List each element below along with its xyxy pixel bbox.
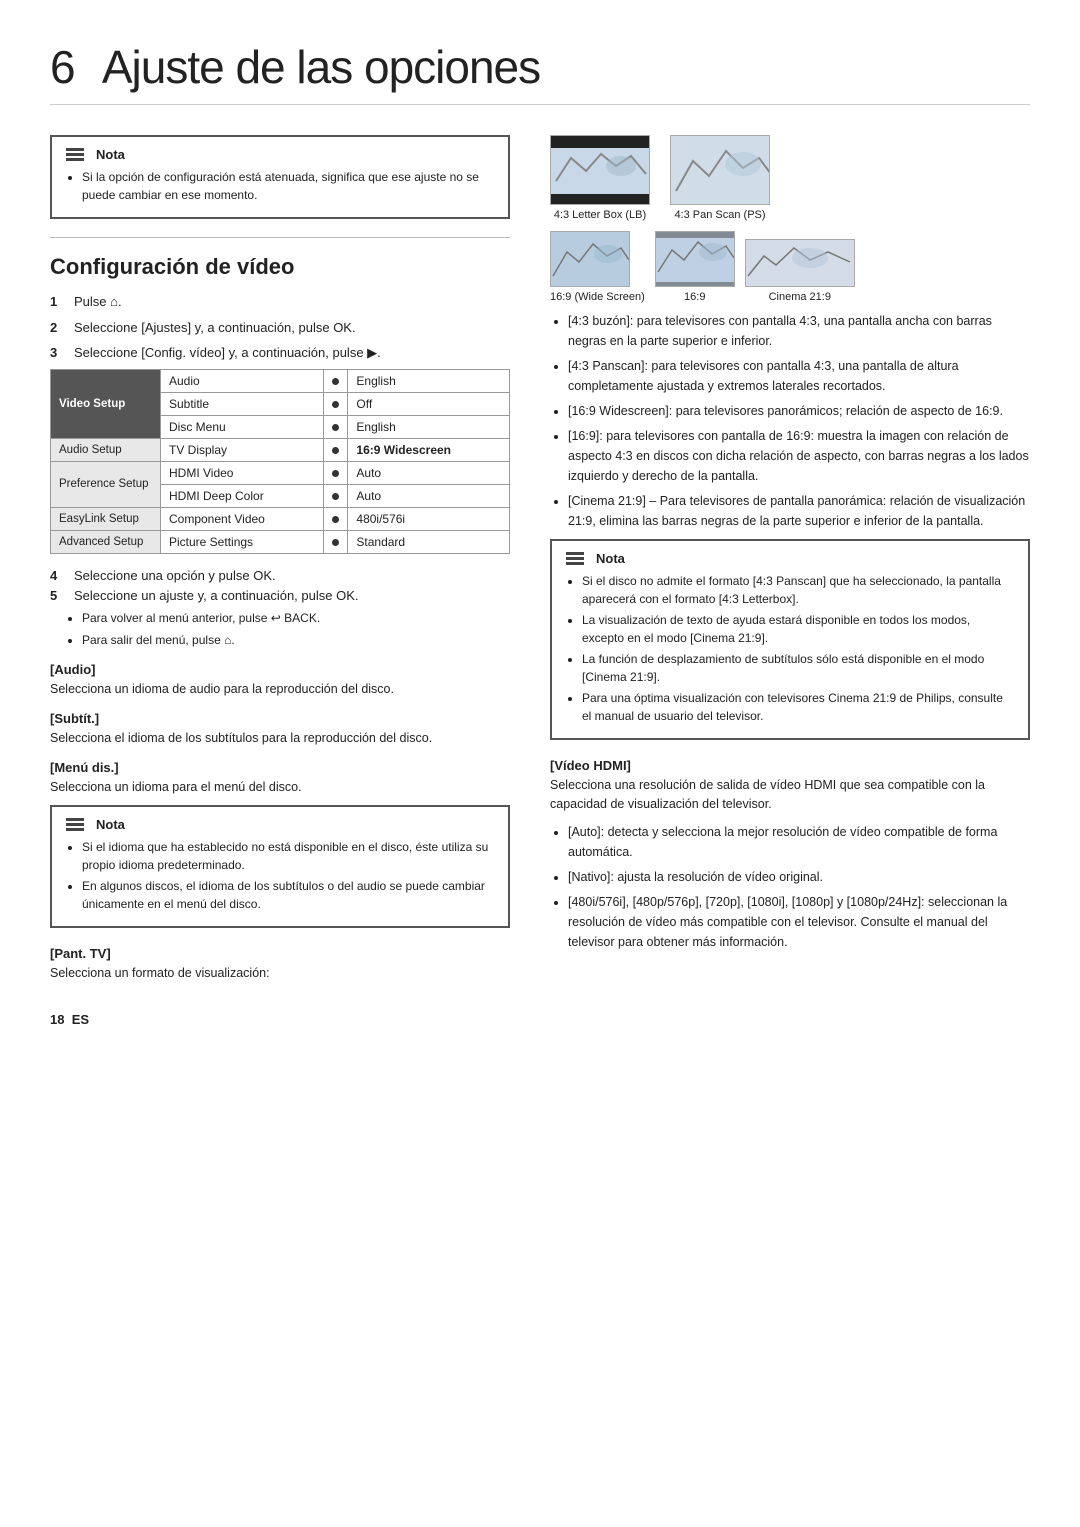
nota-header-2: Nota — [66, 817, 494, 832]
hdmi-bullet-item: [Auto]: detecta y selecciona la mejor re… — [568, 822, 1030, 862]
page-title: 6 Ajuste de las opciones — [50, 40, 1030, 105]
hdmi-video-text: Selecciona una resolución de salida de v… — [550, 776, 1030, 814]
subtit-text: Selecciona el idioma de los subtítulos p… — [50, 729, 510, 748]
nota-box-3: Nota Si el disco no admite el formato [4… — [550, 539, 1030, 740]
ps-image — [670, 135, 770, 205]
ws-image — [550, 231, 630, 287]
nota-header-3: Nota — [566, 551, 1014, 566]
steps-list: 1 Pulse ⌂. 2 Seleccione [Ajustes] y, a c… — [50, 292, 510, 363]
lb-image — [550, 135, 650, 205]
cin-caption: Cinema 21:9 — [745, 291, 855, 303]
ps-caption: 4:3 Pan Scan (PS) — [670, 209, 770, 221]
menu-dis-text: Selecciona un idioma para el menú del di… — [50, 778, 510, 797]
format-bullet-item: [16:9]: para televisores con pantalla de… — [568, 426, 1030, 486]
s16-image-box: 16:9 — [655, 231, 735, 303]
format-bullet-item: [4:3 Panscan]: para televisores con pant… — [568, 356, 1030, 396]
pant-tv-text: Selecciona un formato de visualización: — [50, 964, 510, 983]
steps-4-5: 4 Seleccione una opción y pulse OK. 5 Se… — [50, 568, 510, 651]
menu-table: Video SetupAudioEnglishSubtitleOffDisc M… — [50, 369, 510, 554]
ps-image-box: 4:3 Pan Scan (PS) — [670, 135, 770, 221]
tv-format-images-row2: 16:9 (Wide Screen) 16:9 — [550, 231, 1030, 303]
audio-title: [Audio] — [50, 662, 510, 677]
nota-icon-1 — [66, 148, 84, 161]
lb-image-box: 4:3 Letter Box (LB) — [550, 135, 650, 221]
format-bullet-item: [Cinema 21:9] – Para televisores de pant… — [568, 491, 1030, 531]
cin-image — [745, 239, 855, 287]
cin-image-box: Cinema 21:9 — [745, 239, 855, 303]
hdmi-video-title: [Vídeo HDMI] — [550, 758, 1030, 773]
nota-box-1: Nota Si la opción de configuración está … — [50, 135, 510, 219]
nota2-list: Si el idioma que ha establecido no está … — [66, 838, 494, 913]
nota1-list: Si la opción de configuración está atenu… — [66, 168, 494, 204]
page-number-label: 18 ES — [50, 1012, 510, 1027]
audio-text: Selecciona un idioma de audio para la re… — [50, 680, 510, 699]
format-bullet-item: [16:9 Widescreen]: para televisores pano… — [568, 401, 1030, 421]
format-bullets-list: [4:3 buzón]: para televisores con pantal… — [550, 311, 1030, 531]
hdmi-bullet-item: [480i/576i], [480p/576p], [720p], [1080i… — [568, 892, 1030, 952]
nota-header-1: Nota — [66, 147, 494, 162]
hdmi-bullet-item: [Nativo]: ajusta la resolución de vídeo … — [568, 867, 1030, 887]
s16-caption: 16:9 — [655, 291, 735, 303]
step-2: 2 Seleccione [Ajustes] y, a continuación… — [50, 318, 510, 338]
format-bullet-item: [4:3 buzón]: para televisores con pantal… — [568, 311, 1030, 351]
config-video-title: Configuración de vídeo — [50, 254, 510, 280]
sub-steps: Para volver al menú anterior, pulse ↩ BA… — [50, 608, 510, 651]
menu-dis-title: [Menú dis.] — [50, 760, 510, 775]
hdmi-bullets-list: [Auto]: detecta y selecciona la mejor re… — [550, 822, 1030, 952]
pant-tv-title: [Pant. TV] — [50, 946, 510, 961]
step-4-row: 4 Seleccione una opción y pulse OK. — [50, 568, 510, 583]
nota-icon-2 — [66, 818, 84, 831]
lb-caption: 4:3 Letter Box (LB) — [550, 209, 650, 221]
nota3-list: Si el disco no admite el formato [4:3 Pa… — [566, 572, 1014, 725]
step-5-row: 5 Seleccione un ajuste y, a continuación… — [50, 588, 510, 603]
subtit-title: [Subtít.] — [50, 711, 510, 726]
step-3: 3 Seleccione [Config. vídeo] y, a contin… — [50, 343, 510, 363]
s16-image — [655, 231, 735, 287]
ws-image-box: 16:9 (Wide Screen) — [550, 231, 645, 303]
nota-icon-3 — [566, 552, 584, 565]
tv-format-images-row1: 4:3 Letter Box (LB) 4:3 Pan Scan (PS) — [550, 135, 1030, 221]
nota-box-2: Nota Si el idioma que ha establecido no … — [50, 805, 510, 928]
ws-caption: 16:9 (Wide Screen) — [550, 291, 645, 303]
step-1: 1 Pulse ⌂. — [50, 292, 510, 312]
